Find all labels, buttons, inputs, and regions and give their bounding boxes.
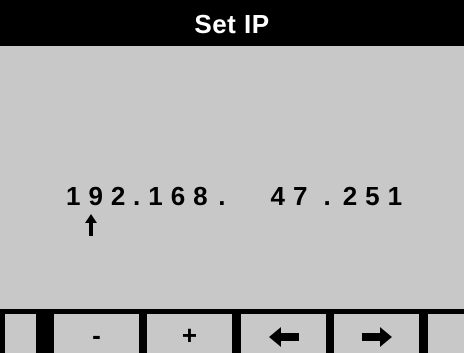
set-ip-screen: Set IP 192 . 168 . 47 . 251 - + — [0, 0, 464, 353]
ip-octet-3[interactable]: 47 — [233, 181, 323, 212]
ip-octet-2[interactable]: 168 — [148, 181, 218, 212]
left-arrow-icon — [268, 326, 299, 347]
ip-separator: . — [323, 180, 339, 211]
decrement-button[interactable]: - — [54, 314, 139, 353]
right-arrow-icon — [361, 326, 392, 347]
softkey-bar: - + — [0, 309, 464, 353]
up-arrow-icon — [85, 214, 97, 236]
move-right-button[interactable] — [334, 314, 419, 353]
page-title: Set IP — [194, 9, 270, 39]
increment-button[interactable]: + — [147, 314, 232, 353]
ip-separator: . — [218, 180, 234, 211]
ip-octet-1[interactable]: 192 — [66, 181, 133, 212]
title-bar: Set IP — [0, 0, 464, 46]
move-left-button[interactable] — [241, 314, 326, 353]
ip-address-field[interactable]: 192 . 168 . 47 . 251 — [66, 176, 411, 216]
increment-label: + — [181, 320, 198, 350]
decrement-label: - — [92, 320, 101, 350]
softkey-blank-left[interactable] — [5, 314, 36, 353]
softkey-blank-right[interactable] — [428, 314, 464, 353]
ip-separator: . — [133, 180, 149, 211]
ip-octet-4[interactable]: 251 — [343, 181, 411, 212]
